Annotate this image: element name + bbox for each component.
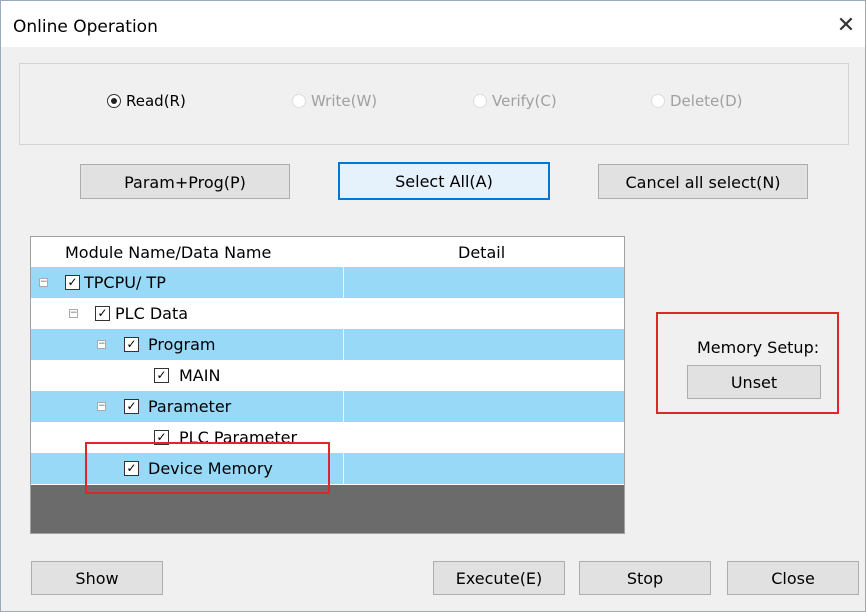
tree-row-parameter[interactable]: − ✓ Parameter	[31, 391, 624, 422]
tree-row-label: TPCPU/ TP	[84, 273, 166, 292]
collapse-icon[interactable]: −	[97, 340, 106, 349]
close-button[interactable]: Close	[727, 561, 859, 595]
tree-row-tpcpu[interactable]: − ✓ TPCPU/ TP	[31, 267, 624, 298]
radio-read-label: Read(R)	[126, 92, 186, 110]
radio-indicator	[292, 94, 306, 108]
execute-button[interactable]: Execute(E)	[433, 561, 565, 595]
radio-indicator	[107, 94, 121, 108]
column-header-module-name[interactable]: Module Name/Data Name	[65, 243, 271, 262]
radio-verify-label: Verify(C)	[492, 92, 557, 110]
stop-button[interactable]: Stop	[579, 561, 711, 595]
column-header-detail[interactable]: Detail	[458, 243, 505, 262]
column-divider	[343, 391, 344, 422]
dialog-title: Online Operation	[13, 17, 158, 37]
show-button[interactable]: Show	[31, 561, 163, 595]
tree-row-label: Parameter	[148, 397, 232, 416]
checkbox-icon[interactable]: ✓	[124, 337, 139, 352]
tree-row-label: PLC Data	[115, 304, 189, 323]
tree-row-program[interactable]: − ✓ Program	[31, 329, 624, 360]
tree-empty-area	[31, 485, 624, 533]
column-divider	[343, 453, 344, 484]
radio-read[interactable]: Read(R)	[107, 91, 186, 111]
checkbox-icon[interactable]: ✓	[124, 399, 139, 414]
tree-row-device-memory[interactable]: ✓ Device Memory	[31, 453, 624, 484]
param-prog-button[interactable]: Param+Prog(P)	[80, 164, 290, 199]
tree-row-main[interactable]: ✓ MAIN	[31, 360, 624, 391]
unset-button[interactable]: Unset	[687, 365, 821, 399]
select-all-button[interactable]: Select All(A)	[338, 162, 550, 200]
collapse-icon[interactable]: −	[69, 309, 78, 318]
radio-verify[interactable]: Verify(C)	[473, 91, 557, 111]
tree-row-label: Device Memory	[148, 459, 273, 478]
checkbox-icon[interactable]: ✓	[154, 430, 169, 445]
tree-row-plc-parameter[interactable]: ✓ PLC Parameter	[31, 422, 624, 453]
column-divider	[343, 329, 344, 360]
collapse-icon[interactable]: −	[97, 402, 106, 411]
close-icon[interactable]: ✕	[833, 13, 859, 39]
tree-row-plc-data[interactable]: − ✓ PLC Data	[31, 298, 624, 329]
checkbox-icon[interactable]: ✓	[154, 368, 169, 383]
checkbox-icon[interactable]: ✓	[95, 306, 110, 321]
checkbox-icon[interactable]: ✓	[65, 275, 80, 290]
tree-row-label: PLC Parameter	[179, 428, 298, 447]
radio-delete-label: Delete(D)	[670, 92, 743, 110]
checkbox-icon[interactable]: ✓	[124, 461, 139, 476]
online-operation-dialog: Online Operation ✕ Read(R) Write(W) Veri…	[0, 0, 866, 612]
memory-setup-label: Memory Setup:	[697, 338, 820, 357]
collapse-icon[interactable]: −	[39, 278, 48, 287]
title-bar: Online Operation ✕	[1, 1, 865, 47]
tree-header: Module Name/Data Name Detail	[31, 237, 624, 267]
cancel-all-select-button[interactable]: Cancel all select(N)	[598, 164, 808, 199]
radio-write-label: Write(W)	[311, 92, 378, 110]
radio-indicator	[473, 94, 487, 108]
column-divider	[343, 267, 344, 298]
tree-row-label: MAIN	[179, 366, 221, 385]
radio-indicator	[651, 94, 665, 108]
tree-row-label: Program	[148, 335, 216, 354]
data-tree[interactable]: Module Name/Data Name Detail − ✓ TPCPU/ …	[30, 236, 625, 534]
radio-delete[interactable]: Delete(D)	[651, 91, 743, 111]
radio-write[interactable]: Write(W)	[292, 91, 377, 111]
